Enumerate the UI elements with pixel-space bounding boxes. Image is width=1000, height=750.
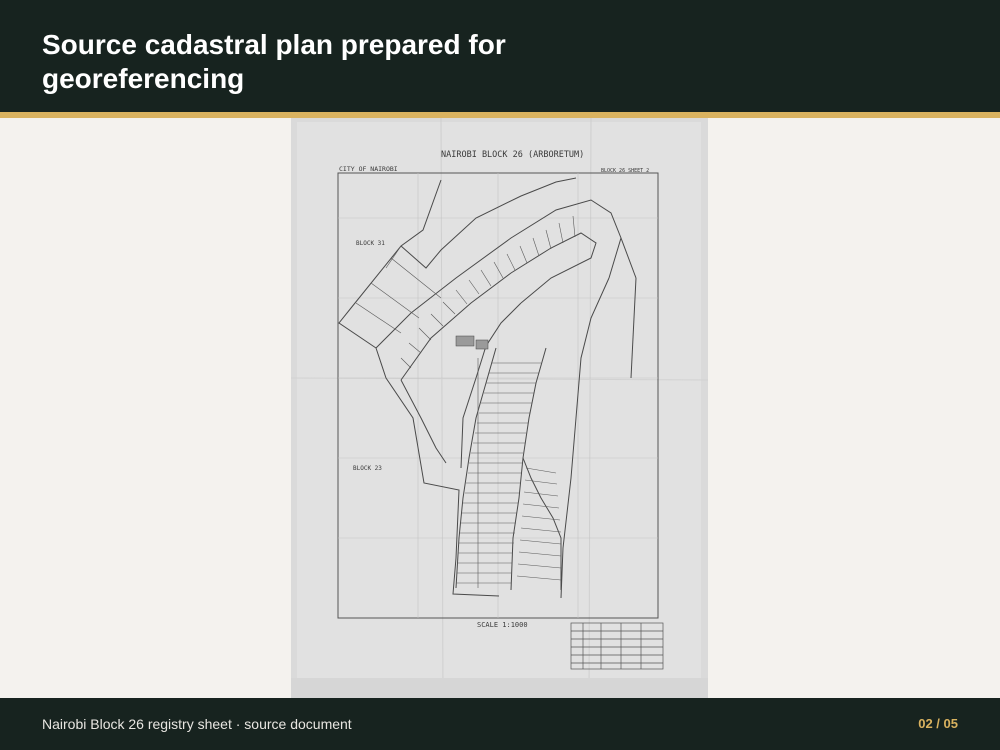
slide-title: Source cadastral plan prepared for geore…: [42, 29, 506, 94]
plan-block-lower: BLOCK 23: [353, 465, 382, 472]
cadastral-plan-image: NAIROBI BLOCK 26 (ARBORETUM) CITY OF NAI…: [291, 118, 708, 698]
plan-city-label: CITY OF NAIROBI: [339, 165, 398, 173]
plan-sheet-ref: BLOCK 26 SHEET 2: [601, 168, 649, 174]
slide-header: Source cadastral plan prepared for geore…: [0, 0, 1000, 112]
plan-heading: NAIROBI BLOCK 26 (ARBORETUM): [441, 150, 584, 160]
page-number: 02 / 05: [918, 716, 958, 731]
plan-scale: SCALE 1:1000: [477, 621, 528, 629]
slide-footer: Nairobi Block 26 registry sheet · source…: [0, 698, 1000, 750]
plan-block-upper: BLOCK 31: [356, 240, 385, 247]
cadastral-plan-drawing: NAIROBI BLOCK 26 (ARBORETUM) CITY OF NAI…: [291, 118, 708, 698]
slide-caption: Nairobi Block 26 registry sheet · source…: [42, 716, 352, 732]
